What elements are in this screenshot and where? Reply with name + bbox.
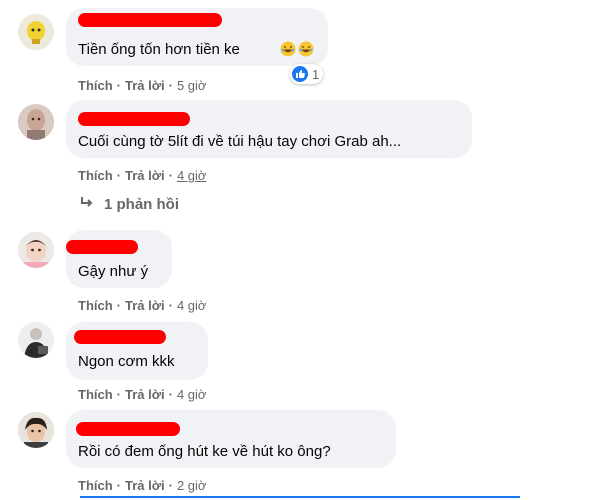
separator: · (116, 478, 122, 493)
like-link[interactable]: Thích (78, 168, 113, 183)
comment-bubble: Ngon cơm kkk (66, 322, 208, 380)
comment-text: Cuối cùng tờ 5lít đi về túi hậu tay chơi… (78, 133, 402, 150)
comment-actions: Thích · Trả lời · 4 giờ (78, 387, 206, 402)
separator: · (168, 387, 173, 402)
redacted-author-name[interactable] (78, 13, 222, 27)
like-link[interactable]: Thích (78, 298, 113, 313)
comment-bubble: Tiền ống tốn hơn tiền ke (66, 8, 328, 66)
timestamp-link[interactable]: 2 giờ (177, 478, 207, 493)
redacted-author-name[interactable] (78, 112, 190, 126)
reaction-summary[interactable]: 1 (290, 64, 324, 84)
separator: · (168, 168, 173, 183)
avatar[interactable] (18, 14, 54, 50)
reply-link[interactable]: Trả lời (125, 387, 165, 402)
reply-link[interactable]: Trả lời (125, 298, 165, 313)
separator: · (168, 78, 173, 93)
redacted-author-name[interactable] (74, 330, 166, 344)
separator: · (116, 387, 122, 402)
timestamp-link[interactable]: 5 giờ (177, 78, 207, 93)
timestamp-link[interactable]: 4 giờ (177, 387, 207, 402)
comment-text: Ngon cơm kkk (78, 353, 175, 370)
view-replies-link[interactable]: 1 phản hồi (80, 196, 179, 213)
reaction-count: 1 (312, 66, 320, 82)
like-link[interactable]: Thích (78, 478, 113, 493)
avatar[interactable] (18, 322, 54, 358)
separator: · (116, 168, 122, 183)
avatar[interactable] (18, 104, 54, 140)
timestamp-link[interactable]: 4 giờ (177, 168, 207, 183)
separator: · (116, 298, 122, 313)
reply-link[interactable]: Trả lời (125, 478, 165, 493)
reply-arrow-icon (80, 196, 94, 213)
comment-bubble: Rồi có đem ống hút ke về hút ko ông? (66, 410, 396, 468)
avatar[interactable] (18, 412, 54, 448)
laughing-emoji-icon (280, 41, 296, 60)
comment-text: Tiền ống tốn hơn tiền ke (78, 41, 240, 58)
avatar[interactable] (18, 232, 54, 268)
comment-text: Gậy như ý (78, 263, 149, 280)
like-link[interactable]: Thích (78, 387, 113, 402)
replies-count-label: 1 phản hồi (104, 196, 179, 213)
comment-bubble: Cuối cùng tờ 5lít đi về túi hậu tay chơi… (66, 100, 472, 158)
like-icon (292, 66, 308, 82)
timestamp-link[interactable]: 4 giờ (177, 298, 207, 313)
reply-link[interactable]: Trả lời (125, 78, 165, 93)
separator: · (168, 298, 173, 313)
redacted-author-name[interactable] (76, 422, 180, 436)
comment-bubble: Gậy như ý (66, 230, 172, 288)
comment-text: Rồi có đem ống hút ke về hút ko ông? (78, 443, 331, 460)
redacted-author-name[interactable] (66, 240, 138, 254)
separator: · (168, 478, 173, 493)
comment-actions: Thích · Trả lời · 4 giờ (78, 298, 206, 313)
comment-actions: Thích · Trả lời · 4 giờ (78, 168, 206, 183)
comment-actions: Thích · Trả lời · 5 giờ (78, 78, 206, 93)
separator: · (116, 78, 122, 93)
comment-actions: Thích · Trả lời · 2 giờ (78, 478, 206, 493)
reply-link[interactable]: Trả lời (125, 168, 165, 183)
like-link[interactable]: Thích (78, 78, 113, 93)
focus-underline (80, 496, 520, 498)
laughing-emoji-icon (298, 41, 314, 60)
